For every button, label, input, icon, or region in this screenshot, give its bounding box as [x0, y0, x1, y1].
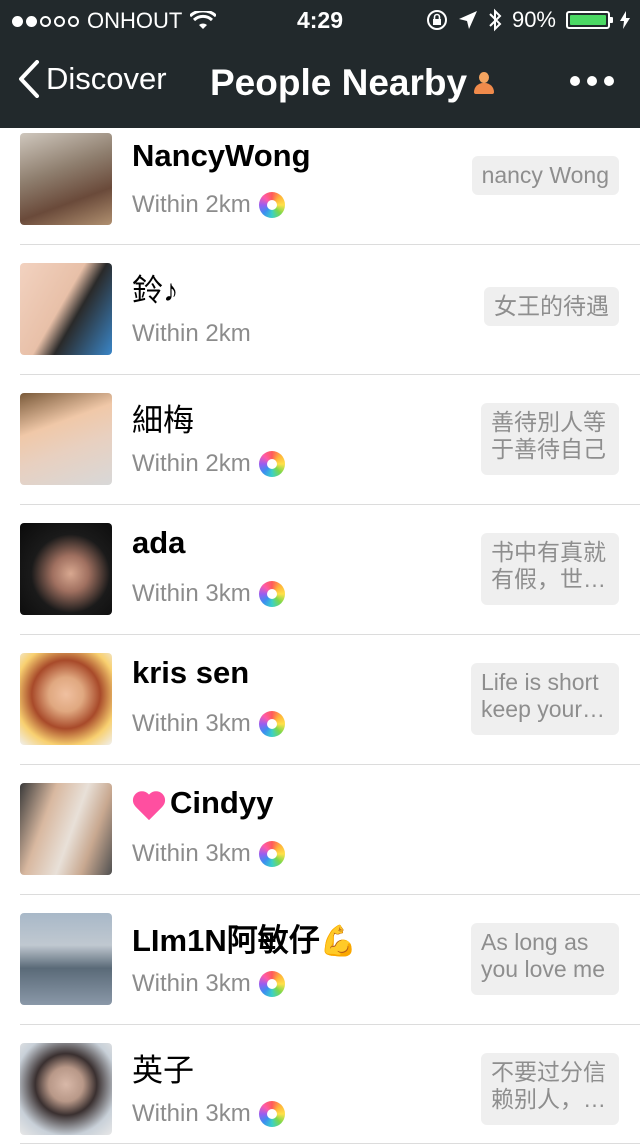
list-item[interactable]: Cindyy Within 3km — [0, 765, 640, 895]
person-name: NancyWong — [132, 138, 311, 173]
distance-text: Within 3km — [132, 710, 285, 738]
distance-label: Within 3km — [132, 970, 251, 997]
avatar — [20, 1043, 112, 1135]
distance-label: Within 2km — [132, 450, 251, 477]
avatar — [20, 653, 112, 745]
signature-bubble: 女王的待遇 — [484, 287, 619, 326]
list-item[interactable]: kris sen Within 3km Life is short keep y… — [0, 635, 640, 765]
distance-label: Within 3km — [132, 1100, 251, 1127]
flexed-biceps-icon: 💪 — [319, 925, 358, 958]
back-label: Discover — [46, 61, 167, 96]
person-name-text: Cindyy — [170, 785, 274, 820]
avatar — [20, 263, 112, 355]
person-name-text: LIm1N阿敏仔 — [132, 923, 320, 958]
charging-bolt-icon — [620, 11, 630, 29]
moments-icon — [258, 192, 285, 218]
page-title: People Nearby — [210, 62, 495, 104]
distance-text: Within 3km — [132, 580, 285, 608]
distance-text: Within 3km — [132, 970, 285, 998]
list-item[interactable]: 鈴♪ Within 2km 女王的待遇 — [0, 245, 640, 375]
location-arrow-icon — [458, 11, 477, 29]
person-name: ada — [132, 525, 186, 560]
more-dot-icon — [604, 76, 614, 86]
person-name: Cindyy — [132, 785, 273, 821]
distance-text: Within 2km — [132, 191, 285, 219]
rotation-lock-icon — [426, 10, 447, 30]
distance-text: Within 3km — [132, 840, 285, 868]
people-list: NancyWong Within 2km nancy Wong 鈴♪ Withi… — [0, 128, 640, 1144]
back-button[interactable]: Discover — [18, 60, 167, 98]
moments-icon — [258, 711, 285, 737]
list-item[interactable]: 英子 Within 3km 不要过分信赖别人，… — [0, 1025, 640, 1144]
moments-icon — [258, 451, 285, 477]
avatar — [20, 783, 112, 875]
chevron-left-icon — [19, 60, 39, 98]
status-bar: ONHOUT 4:29 90% — [0, 0, 640, 40]
moments-icon — [258, 841, 285, 867]
list-item[interactable]: NancyWong Within 2km nancy Wong — [0, 128, 640, 245]
distance-text: Within 2km — [132, 450, 285, 478]
distance-label: Within 2km — [132, 320, 251, 347]
avatar — [20, 523, 112, 615]
more-dot-icon — [570, 76, 580, 86]
top-bar: ONHOUT 4:29 90% Discover People Nearby — [0, 0, 640, 128]
navigation-bar: Discover People Nearby — [0, 40, 640, 128]
signature-bubble: As long as you love me — [471, 923, 619, 995]
distance-text: Within 3km — [132, 1100, 285, 1128]
more-options-button[interactable] — [570, 76, 614, 86]
distance-label: Within 2km — [132, 191, 251, 218]
distance-label: Within 3km — [132, 840, 251, 867]
distance-label: Within 3km — [132, 580, 251, 607]
list-item[interactable]: LIm1N阿敏仔💪 Within 3km As long as you love… — [0, 895, 640, 1025]
distance-text: Within 2km — [132, 320, 251, 348]
moments-icon — [258, 971, 285, 997]
bluetooth-icon — [489, 8, 502, 32]
list-item[interactable]: 細梅 Within 2km 善待別人等于善待自己 — [0, 375, 640, 505]
signature-bubble: 不要过分信赖别人，… — [481, 1053, 619, 1125]
avatar — [20, 913, 112, 1005]
heart-icon — [132, 790, 166, 820]
person-name: 細梅 — [132, 403, 194, 438]
person-name: LIm1N阿敏仔💪 — [132, 915, 357, 960]
moments-icon — [258, 581, 285, 607]
person-name: 英子 — [132, 1053, 194, 1088]
signature-bubble: 书中有真就有假，世… — [481, 533, 619, 605]
page-title-text: People Nearby — [210, 62, 468, 103]
moments-icon — [258, 1101, 285, 1127]
person-name: 鈴♪ — [132, 273, 179, 308]
battery-icon — [566, 11, 613, 29]
signature-bubble: Life is short keep your… — [471, 663, 619, 735]
more-dot-icon — [587, 76, 597, 86]
list-item[interactable]: ada Within 3km 书中有真就有假，世… — [0, 505, 640, 635]
status-right: 90% — [426, 7, 630, 33]
person-icon — [473, 70, 495, 96]
avatar — [20, 393, 112, 485]
battery-percent: 90% — [511, 7, 556, 32]
distance-label: Within 3km — [132, 710, 251, 737]
avatar — [20, 133, 112, 225]
person-name: kris sen — [132, 655, 250, 690]
signature-bubble: 善待別人等于善待自己 — [481, 403, 619, 475]
signature-bubble: nancy Wong — [471, 156, 619, 195]
